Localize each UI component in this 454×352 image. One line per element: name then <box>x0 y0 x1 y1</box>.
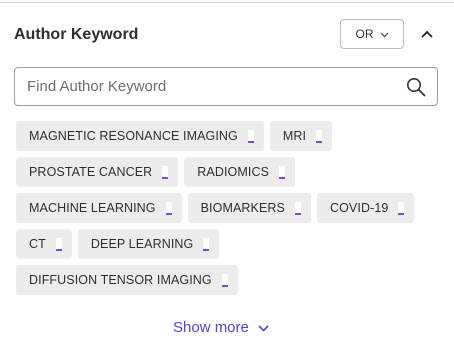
keyword-label: DIFFUSION TENSOR IMAGING <box>29 273 212 287</box>
keyword-chip[interactable]: MAGNETIC RESONANCE IMAGING <box>16 121 264 151</box>
show-more-button[interactable]: Show more <box>173 316 269 338</box>
collapse-button[interactable] <box>418 27 436 41</box>
keyword-marker <box>221 273 228 287</box>
keyword-label: MAGNETIC RESONANCE IMAGING <box>29 129 238 143</box>
keyword-label: COVID-19 <box>329 201 389 215</box>
keyword-marker <box>398 201 405 215</box>
keyword-marker <box>165 201 172 215</box>
keyword-chip[interactable]: DEEP LEARNING <box>77 229 220 259</box>
keyword-marker <box>294 201 301 215</box>
keyword-search-input[interactable] <box>27 68 387 105</box>
keyword-search-box <box>14 67 438 106</box>
panel-title: Author Keyword <box>14 26 139 43</box>
keyword-chip[interactable]: PROSTATE CANCER <box>16 157 179 187</box>
keyword-marker <box>203 237 210 251</box>
keyword-marker <box>247 129 254 143</box>
keyword-chip[interactable]: CT <box>16 229 72 259</box>
search-icon[interactable] <box>406 77 426 97</box>
operator-value: OR <box>355 27 374 41</box>
keyword-chip[interactable]: MRI <box>269 121 333 151</box>
top-divider <box>0 2 454 3</box>
keyword-marker <box>279 165 286 179</box>
keyword-marker <box>162 165 169 179</box>
keyword-chip[interactable]: DIFFUSION TENSOR IMAGING <box>16 265 238 295</box>
keyword-label: BIOMARKERS <box>200 201 285 215</box>
keyword-chip[interactable]: BIOMARKERS <box>187 193 311 223</box>
chevron-down-icon <box>380 27 389 41</box>
keyword-label: CT <box>29 237 46 251</box>
keyword-label: DEEP LEARNING <box>90 237 194 251</box>
keyword-chip[interactable]: RADIOMICS <box>184 157 296 187</box>
keyword-marker <box>316 129 323 143</box>
keyword-label: MACHINE LEARNING <box>29 201 156 215</box>
keyword-label: MRI <box>282 129 307 143</box>
chevron-up-icon <box>421 25 433 43</box>
chevron-down-icon <box>249 319 269 336</box>
keyword-list: MAGNETIC RESONANCE IMAGING MRI PROSTATE … <box>16 121 436 295</box>
operator-select[interactable]: OR <box>340 19 404 49</box>
keyword-chip[interactable]: MACHINE LEARNING <box>16 193 182 223</box>
keyword-marker <box>55 237 62 251</box>
keyword-chip[interactable]: COVID-19 <box>316 193 415 223</box>
filter-header: Author Keyword OR <box>14 18 440 52</box>
show-more-label: Show more <box>173 318 249 336</box>
keyword-label: PROSTATE CANCER <box>29 165 153 179</box>
keyword-label: RADIOMICS <box>197 165 270 179</box>
